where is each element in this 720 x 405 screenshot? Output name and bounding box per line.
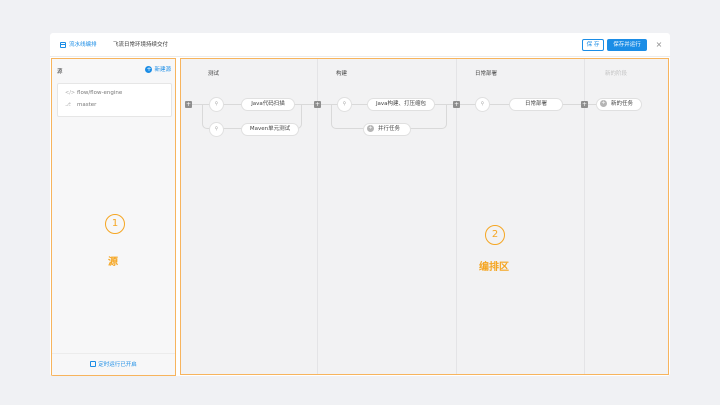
code-icon: </> [65, 90, 76, 96]
task-maven-test[interactable]: Maven单元测试 [241, 123, 299, 136]
task-node-icon[interactable]: ⚲ [209, 122, 224, 137]
source-repo-card[interactable]: </> flow/flow-engine ⎇ master [57, 83, 172, 117]
schedule-toggle[interactable]: 定时运行已开启 [52, 353, 175, 375]
pipeline-title: 飞流日常环境持续交付 [113, 42, 169, 48]
branch-icon: ⎇ [65, 102, 71, 108]
parallel-task-label: 并行任务 [378, 126, 401, 132]
repo-name: flow/flow-engine [77, 90, 123, 96]
orchestration-area: 测试 构建 日常部署 新的阶段 + + + + ⚲ Java代码扫描 ⚲ Mav… [180, 58, 669, 375]
branch-name: master [77, 102, 97, 108]
stage-title-new[interactable]: 新的阶段 [605, 69, 627, 77]
task-java-build[interactable]: Java构建、打压缩包 [367, 98, 435, 111]
source-area-badge: 1 [105, 214, 125, 234]
stage-title-test[interactable]: 测试 [208, 69, 219, 77]
task-java-scan[interactable]: Java代码扫描 [241, 98, 295, 111]
header-bar: 流水线编排 飞流日常环境持续交付 保 存 保存并运行 × [50, 33, 670, 57]
add-parallel-task-button[interactable]: + 并行任务 [363, 123, 411, 136]
add-stage-button[interactable]: + [185, 101, 192, 108]
pipeline-editor-window: 流水线编排 飞流日常环境持续交付 保 存 保存并运行 × 源 + 新建源 </> … [50, 33, 670, 376]
task-node-icon[interactable]: ⚲ [475, 97, 490, 112]
add-stage-button[interactable]: + [453, 101, 460, 108]
new-task-button[interactable]: + 新的任务 [596, 98, 642, 111]
section-label[interactable]: 流水线编排 [69, 40, 97, 50]
new-source-label: 新建源 [154, 67, 171, 73]
task-daily-deploy[interactable]: 日常部署 [509, 98, 563, 111]
task-node-icon[interactable]: ⚲ [209, 97, 224, 112]
new-task-label: 新的任务 [611, 101, 634, 107]
save-button[interactable]: 保 存 [582, 39, 604, 51]
orchestration-area-badge: 2 [485, 225, 505, 245]
add-stage-button[interactable]: + [581, 101, 588, 108]
plus-circle-icon: + [367, 124, 374, 132]
source-panel: 源 + 新建源 </> flow/flow-engine ⎇ master 1 源… [51, 58, 176, 376]
source-area-label: 源 [108, 257, 118, 268]
stage-title-deploy[interactable]: 日常部署 [475, 69, 497, 77]
orchestration-area-label: 编排区 [479, 262, 509, 273]
task-node-icon[interactable]: ⚲ [337, 97, 352, 112]
plus-icon: + [145, 66, 153, 73]
add-stage-button[interactable]: + [314, 101, 321, 108]
close-icon[interactable]: × [654, 38, 664, 52]
new-source-button[interactable]: + 新建源 [145, 66, 171, 74]
plus-circle-icon: + [600, 99, 607, 107]
save-and-run-button[interactable]: 保存并运行 [607, 39, 647, 51]
source-title: 源 [57, 69, 63, 75]
pipeline-icon [60, 42, 66, 48]
schedule-label: 定时运行已开启 [98, 362, 137, 368]
stage-title-build[interactable]: 构建 [336, 69, 347, 77]
clock-icon [90, 361, 97, 367]
